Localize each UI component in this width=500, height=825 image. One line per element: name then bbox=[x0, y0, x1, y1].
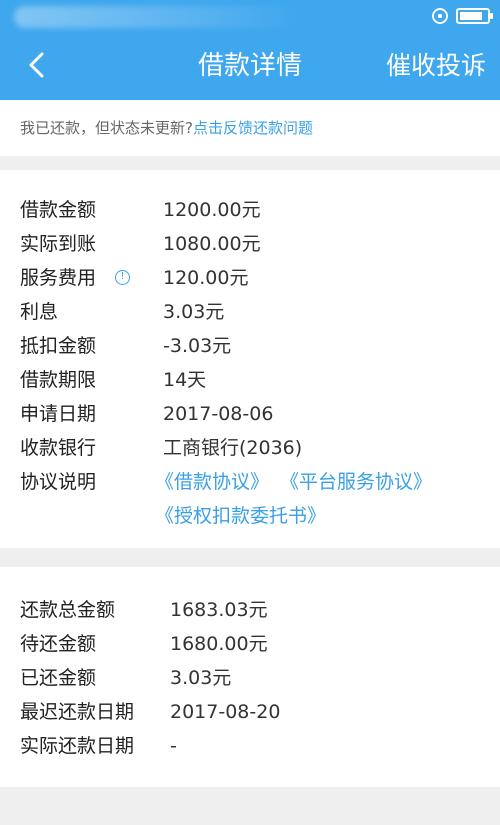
row-value: 14天 bbox=[163, 369, 207, 391]
row-value: 120.00元 bbox=[163, 267, 249, 289]
row-label: 借款金额 bbox=[20, 199, 97, 221]
loan-details-card: 借款金额 1200.00元 实际到账 1080.00元 服务费用 ! 120.0… bbox=[0, 170, 500, 548]
repayment-card: 还款总金额 1683.03元 待还金额 1680.00元 已还金额 3.03元 … bbox=[0, 567, 500, 787]
row-label: 收款银行 bbox=[20, 437, 97, 459]
row-value: 1200.00元 bbox=[163, 199, 261, 221]
row-label: 申请日期 bbox=[20, 403, 97, 425]
row-value: 3.03元 bbox=[170, 667, 232, 689]
row-label: 待还金额 bbox=[20, 633, 97, 655]
row-value: 3.03元 bbox=[163, 301, 225, 323]
platform-service-agreement-link[interactable]: 《平台服务协议》 bbox=[280, 469, 432, 495]
feedback-repayment-link[interactable]: 点击反馈还款问题 bbox=[193, 119, 313, 137]
row-value: 1683.03元 bbox=[170, 599, 268, 621]
row-label: 抵扣金额 bbox=[20, 335, 97, 357]
back-chevron-icon[interactable] bbox=[22, 50, 52, 80]
blurred-status-info bbox=[14, 6, 304, 28]
collection-complaint-button[interactable]: 催收投诉 bbox=[386, 49, 486, 83]
bottom-spacer bbox=[0, 787, 500, 825]
authorized-debit-letter-link[interactable]: 《授权扣款委托书》 bbox=[155, 503, 326, 529]
repayment-notice: 我已还款，但状态未更新?点击反馈还款问题 bbox=[0, 100, 500, 156]
row-value: 1080.00元 bbox=[163, 233, 261, 255]
status-icons bbox=[432, 5, 493, 27]
row-label: 服务费用 bbox=[20, 267, 97, 289]
row-label: 利息 bbox=[20, 301, 59, 323]
row-value: 2017-08-20 bbox=[170, 701, 281, 723]
row-label: 实际到账 bbox=[20, 233, 97, 255]
loan-agreement-link[interactable]: 《借款协议》 bbox=[155, 469, 269, 495]
row-label: 还款总金额 bbox=[20, 599, 116, 621]
header-bar: 借款详情 催收投诉 bbox=[0, 0, 500, 100]
row-value: 工商银行(2036) bbox=[163, 437, 303, 459]
status-bar bbox=[0, 0, 500, 32]
row-value: 1680.00元 bbox=[170, 633, 268, 655]
row-label: 最迟还款日期 bbox=[20, 701, 135, 723]
row-value: - bbox=[170, 735, 177, 757]
row-value: 2017-08-06 bbox=[163, 403, 274, 425]
rotation-lock-icon bbox=[432, 8, 448, 24]
notice-text: 我已还款，但状态未更新? bbox=[20, 119, 193, 137]
battery-icon bbox=[456, 8, 493, 24]
row-label: 借款期限 bbox=[20, 369, 97, 391]
info-icon[interactable]: ! bbox=[115, 270, 130, 285]
row-label: 已还金额 bbox=[20, 667, 97, 689]
row-value: -3.03元 bbox=[163, 335, 232, 357]
row-label: 协议说明 bbox=[20, 471, 97, 493]
row-label: 实际还款日期 bbox=[20, 735, 135, 757]
